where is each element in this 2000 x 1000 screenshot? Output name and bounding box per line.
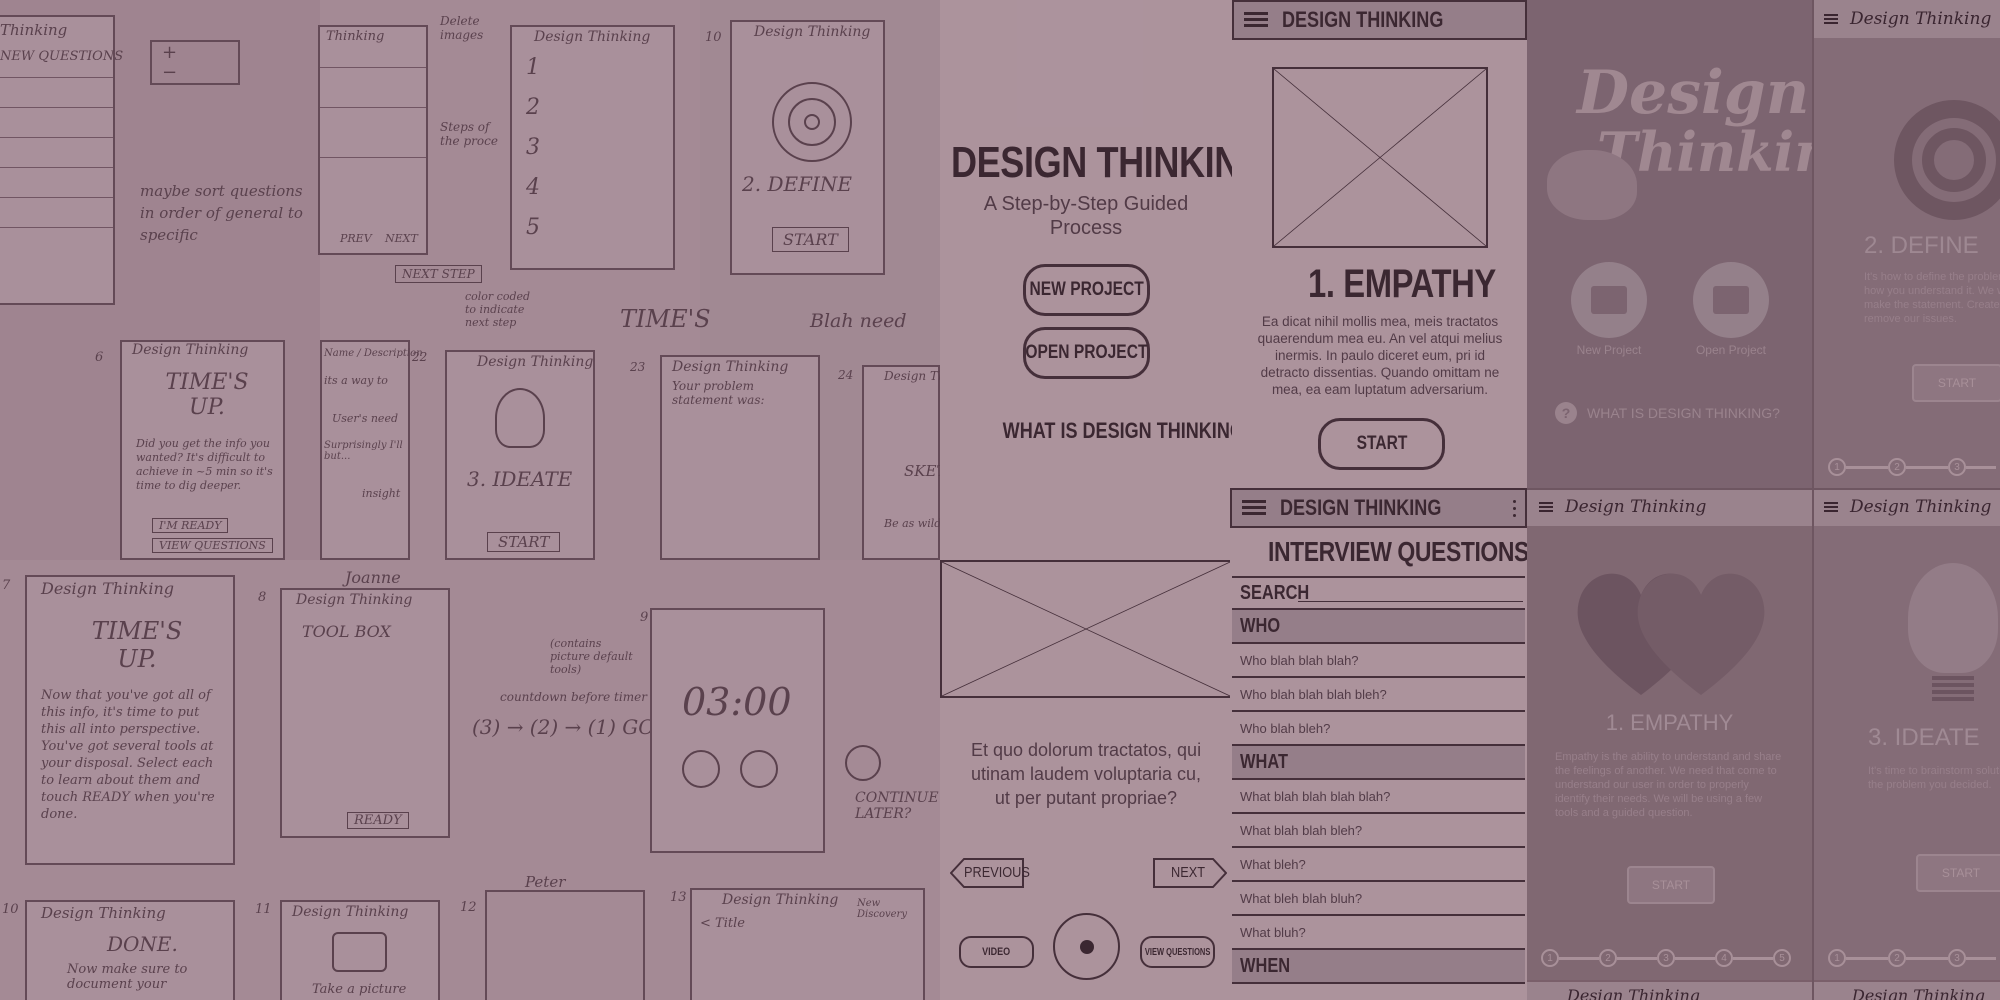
ideate-header: Design Thinking: [1812, 488, 2000, 526]
define-body: It's how to define the problem on how yo…: [1864, 271, 2000, 325]
menu-icon[interactable]: [1539, 501, 1553, 513]
new-project-icon-button[interactable]: [1571, 262, 1647, 338]
hearts-icon: [1577, 573, 1765, 695]
ideate-heading: 3. IDEATE: [1868, 724, 1980, 751]
mockup-splash: Design Thinking New Project Open Project…: [1527, 0, 1812, 488]
splash-new-project-label: New Project: [1576, 343, 1642, 357]
help-circle-icon: ?: [1555, 402, 1577, 424]
target-icon: [1894, 100, 2000, 220]
ideate-start-button[interactable]: START: [1916, 854, 2000, 892]
divider: [1812, 0, 1814, 1000]
mockup-define: Design Thinking 2. DEFINE It's how to de…: [1812, 0, 2000, 488]
empathy-hifi-header: Design Thinking: [1527, 488, 1812, 526]
bottom-left-header: Design Thinking: [1567, 986, 1701, 1000]
folder-plus-icon: [1591, 286, 1627, 314]
divider: [1527, 488, 2000, 490]
sketch-tint-overlay: [0, 0, 940, 1000]
wireframe-tint-overlay: [940, 0, 1527, 1000]
mockup-empathy: Design Thinking 1. EMPATHY Empathy is th…: [1527, 488, 1812, 980]
define-progress-steps: 1 2 3: [1828, 458, 1996, 476]
define-header: Design Thinking: [1812, 0, 2000, 38]
mockup-ideate: Design Thinking 3. IDEATE It's time to b…: [1812, 488, 2000, 980]
define-start-button[interactable]: START: [1912, 364, 2000, 402]
ideate-progress-steps: 1 2 3: [1828, 949, 1996, 967]
open-project-icon-button[interactable]: [1693, 262, 1769, 338]
empathy-hifi-heading: 1. EMPATHY: [1605, 710, 1734, 735]
menu-icon[interactable]: [1824, 501, 1838, 513]
mockup-bottom-left: Design Thinking: [1527, 982, 1812, 1000]
empathy-progress-steps: 1 2 3 4 5: [1541, 949, 1791, 967]
splash-logo-line1: Design: [1577, 58, 1810, 128]
lightbulb-base-icon: [1932, 676, 1974, 704]
splash-open-project-label: Open Project: [1695, 343, 1767, 357]
lightbulb-icon: [1908, 563, 1998, 673]
splash-what-is-link[interactable]: ? WHAT IS DESIGN THINKING?: [1555, 402, 1780, 424]
menu-icon[interactable]: [1824, 13, 1838, 25]
define-heading: 2. DEFINE: [1864, 232, 1979, 259]
ideate-body: It's time to brainstorm solutions to the…: [1868, 765, 2000, 791]
bottom-right-header: Design Thinking: [1852, 986, 1986, 1000]
mockup-bottom-right: Design Thinking: [1812, 982, 2000, 1000]
empathy-hifi-body: Empathy is the ability to understand and…: [1555, 751, 1782, 819]
empathy-hifi-start-button[interactable]: START: [1627, 866, 1715, 904]
splash-brain-icon: [1547, 150, 1637, 220]
folder-open-icon: [1713, 286, 1749, 314]
